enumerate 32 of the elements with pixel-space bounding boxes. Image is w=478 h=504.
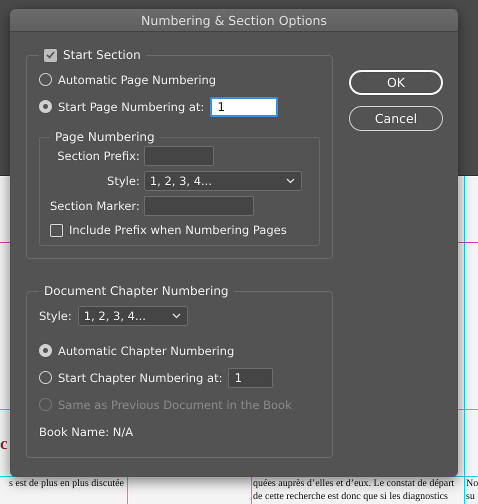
body-text-line: su [466, 490, 476, 503]
radio-label: Start Chapter Numbering at: [58, 370, 222, 384]
heading-text: c [0, 434, 8, 454]
field-label: Style: [106, 174, 140, 188]
input-field[interactable]: 1 [228, 368, 274, 388]
body-text-line: quées auprès d’elles et d’eux. Le constat de départ [253, 478, 456, 490]
group-title: Document Chapter Numbering [44, 284, 229, 298]
radio-label: Automatic Chapter Numbering [58, 344, 234, 358]
cancel-button[interactable]: Cancel [349, 106, 443, 131]
input-field[interactable]: 1 [210, 96, 278, 116]
input-field[interactable] [144, 196, 254, 216]
checkbox-label: Start Section [63, 48, 141, 62]
checkbox-label: Include Prefix when Numbering Pages [69, 223, 287, 237]
book-name-text: Book Name: N/A [39, 424, 134, 438]
input-field[interactable] [144, 146, 214, 166]
body-text-line: No [466, 478, 478, 490]
caret-icon [286, 178, 295, 184]
body-text-line: de cette recherche est donc que si les diagnostics [253, 490, 449, 503]
checkbox[interactable] [44, 48, 57, 62]
field-label: Style: [39, 308, 72, 322]
checkbox[interactable] [50, 224, 63, 236]
group-title: Page Numbering [55, 130, 155, 144]
style-dropdown[interactable]: 1, 2, 3, 4... [144, 171, 302, 191]
caret-icon [172, 312, 181, 318]
style-dropdown[interactable]: 1, 2, 3, 4... [78, 306, 188, 326]
radio-label: Automatic Page Numbering [58, 72, 216, 86]
ok-button[interactable]: OK [349, 70, 443, 95]
radio-label: Start Page Numbering at: [58, 100, 204, 114]
body-text-line: s est de plus en plus discutée [8, 478, 124, 490]
field-label: Section Marker: [50, 199, 140, 213]
window-title: Numbering & Section Options [10, 9, 458, 32]
field-label: Section Prefix: [56, 149, 140, 163]
